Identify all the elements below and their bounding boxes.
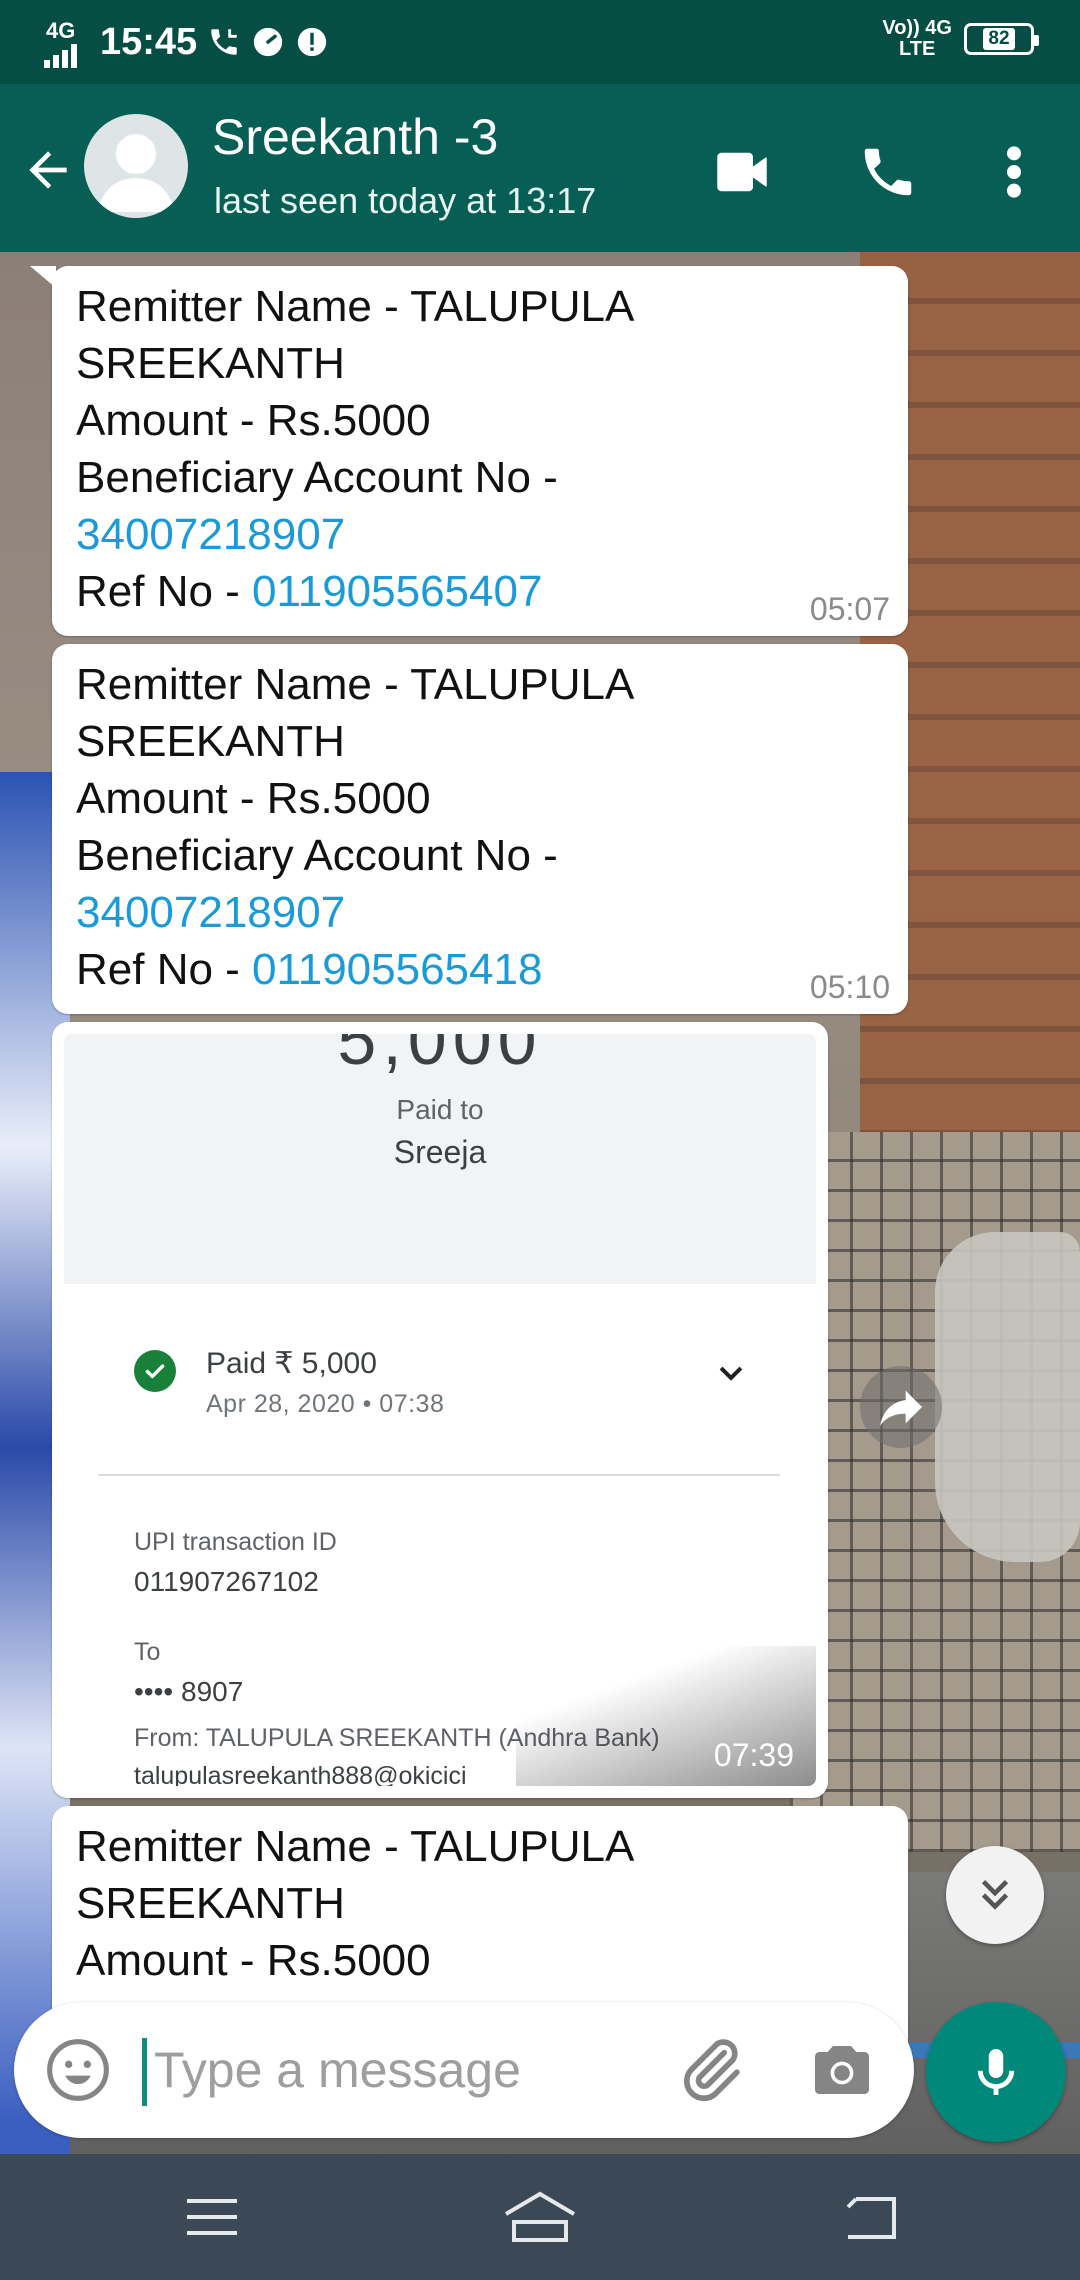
- message-time: 07:39: [713, 1737, 794, 1773]
- message-text: Beneficiary Account No -: [76, 453, 558, 502]
- message-text: Ref No -: [76, 945, 253, 994]
- message-text: SREEKANTH: [76, 717, 345, 766]
- account-number-link[interactable]: 34007218907: [76, 884, 884, 941]
- battery-icon: 82: [964, 23, 1039, 55]
- paid-status: Paid ₹ 5,000: [206, 1347, 377, 1380]
- forward-button[interactable]: [860, 1366, 942, 1448]
- back-button[interactable]: [830, 2182, 910, 2252]
- back-arrow-icon[interactable]: [20, 142, 76, 198]
- upi-label: UPI transaction ID: [134, 1528, 337, 1556]
- to-value: •••• 8907: [134, 1676, 244, 1707]
- message-text: Amount - Rs.5000: [76, 396, 431, 445]
- phone-icon: [864, 148, 912, 196]
- forward-icon: [880, 1390, 922, 1426]
- check-icon: [134, 1350, 176, 1392]
- avatar[interactable]: [84, 114, 188, 218]
- video-call-button[interactable]: [706, 136, 778, 208]
- message-input[interactable]: [154, 2032, 654, 2108]
- message-text: Amount - Rs.5000: [76, 1936, 431, 1985]
- scroll-to-bottom-button[interactable]: [946, 1846, 1044, 1944]
- text-caret: [142, 2038, 147, 2106]
- home-icon: [504, 2191, 576, 2242]
- double-chevron-down-icon: [981, 1879, 1009, 1910]
- speed-icon: [254, 27, 283, 57]
- status-bar: 4G 15:45 Vo)) 4G LTE 82: [0, 0, 1080, 84]
- menu-icon: [187, 2199, 237, 2235]
- video-call-icon: [717, 152, 767, 192]
- emoji-icon[interactable]: [44, 2036, 112, 2104]
- volte-indicator: Vo)) 4G LTE: [882, 17, 952, 60]
- bubble-tail: [30, 266, 56, 288]
- ref-number-link[interactable]: 011905565418: [252, 945, 542, 994]
- back-nav-icon: [846, 2197, 896, 2239]
- voice-record-button[interactable]: [926, 2002, 1066, 2142]
- message-text: Amount - Rs.5000: [76, 774, 431, 823]
- last-seen[interactable]: last seen today at 13:17: [214, 180, 596, 222]
- menu-button[interactable]: [172, 2182, 252, 2252]
- chevron-down-icon: [719, 1366, 743, 1381]
- to-label: To: [134, 1638, 161, 1666]
- message-text: SREEKANTH: [76, 339, 345, 388]
- message-time: 05:10: [809, 969, 890, 1005]
- message-text: SREEKANTH: [76, 1879, 345, 1928]
- from-email: talupulasreekanth888@okicici: [134, 1762, 467, 1786]
- system-navigation-bar: [0, 2154, 1080, 2280]
- payment-date: Apr 28, 2020 • 07:38: [206, 1390, 445, 1418]
- divider: [98, 1474, 780, 1476]
- message-text: Remitter Name - TALUPULA: [76, 660, 635, 709]
- message-bubble[interactable]: Remitter Name - TALUPULA SREEKANTH Amoun…: [52, 644, 908, 1014]
- status-left: 4G 15:45: [44, 14, 329, 70]
- ref-number-link[interactable]: 011905565407: [252, 567, 542, 616]
- network-type: 4G: [46, 18, 76, 43]
- alert-icon: [298, 27, 327, 57]
- more-options-button[interactable]: [978, 136, 1050, 208]
- screenshot-amount: 5,000: [337, 1034, 543, 1079]
- message-composer: [14, 2002, 914, 2138]
- status-right: Vo)) 4G LTE 82: [882, 17, 1039, 60]
- clock: 15:45: [100, 20, 198, 63]
- call-icon: [211, 29, 237, 55]
- message-time: 05:07: [809, 591, 890, 627]
- paid-to-label: Paid to: [396, 1094, 484, 1125]
- camera-icon[interactable]: [806, 2034, 878, 2106]
- screenshot-header: 5,000 Paid to Sreeja: [64, 1034, 816, 1284]
- upi-id: 011907267102: [134, 1566, 319, 1597]
- chat-header: Sreekanth -3 last seen today at 13:17: [0, 84, 1080, 252]
- attach-icon[interactable]: [672, 2032, 748, 2108]
- message-text: Beneficiary Account No -: [76, 831, 558, 880]
- account-number-link[interactable]: 34007218907: [76, 506, 884, 563]
- payment-screenshot[interactable]: 5,000 Paid to Sreeja Paid ₹ 5,000 Apr 28…: [64, 1034, 816, 1786]
- image-message[interactable]: 5,000 Paid to Sreeja Paid ₹ 5,000 Apr 28…: [52, 1022, 828, 1798]
- microphone-icon: [977, 2049, 1015, 2095]
- contact-name[interactable]: Sreekanth -3: [212, 108, 498, 166]
- home-button[interactable]: [500, 2182, 580, 2252]
- battery-level: 82: [983, 28, 1015, 50]
- message-text: Ref No -: [76, 567, 253, 616]
- message-text: Remitter Name - TALUPULA: [76, 1822, 635, 1871]
- more-options-icon: [1007, 146, 1021, 198]
- message-bubble[interactable]: Remitter Name - TALUPULA SREEKANTH Amoun…: [52, 266, 908, 636]
- voice-call-button[interactable]: [852, 136, 924, 208]
- signal-icon: 4G: [44, 14, 86, 70]
- payee-name: Sreeja: [393, 1134, 487, 1170]
- message-text: Remitter Name - TALUPULA: [76, 282, 635, 331]
